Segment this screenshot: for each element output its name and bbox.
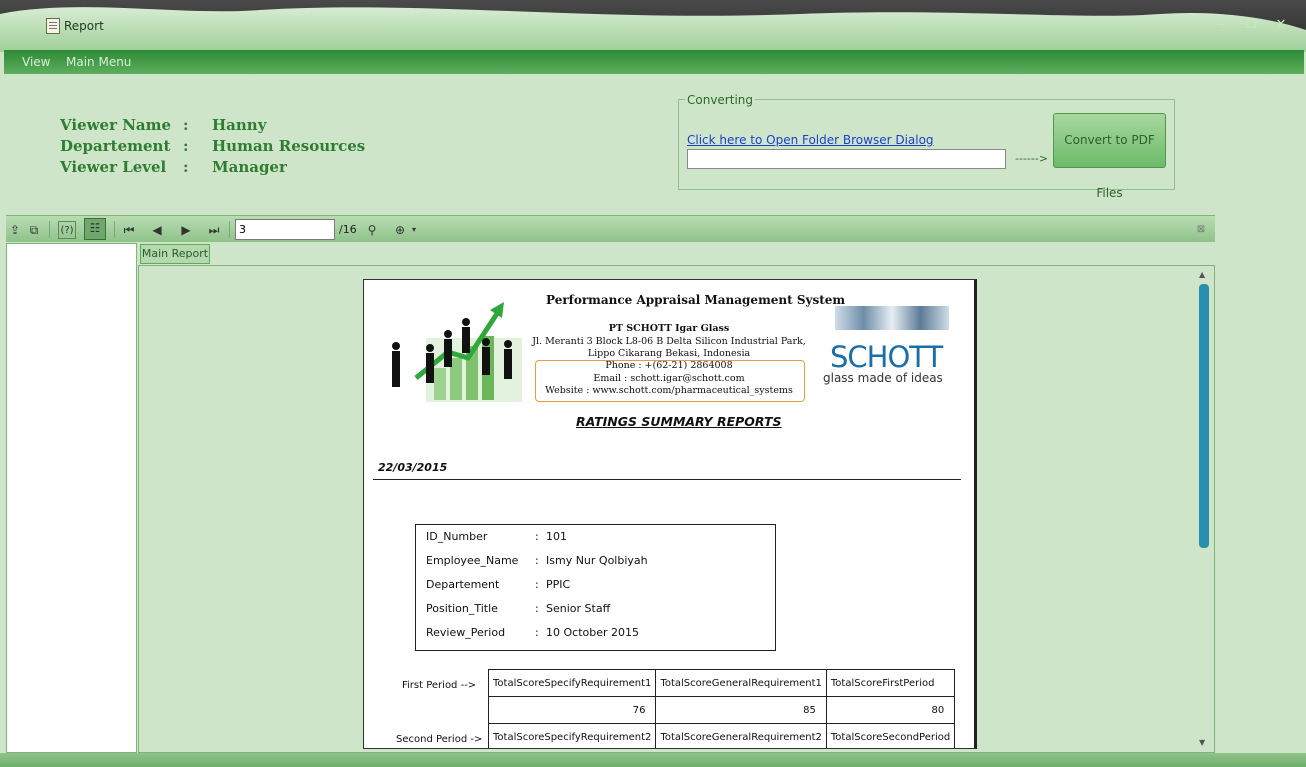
- find-icon[interactable]: ⚲: [363, 221, 381, 239]
- employee-field-sep: :: [535, 578, 539, 591]
- toolbar-separator: [49, 221, 50, 238]
- address-line-2: Lippo Cikarang Bekasi, Indonesia: [587, 348, 751, 359]
- employee-field-value: 101: [546, 530, 567, 543]
- previous-page-icon[interactable]: ◀: [148, 221, 166, 239]
- schott-tagline: glass made of ideas: [823, 371, 943, 385]
- employee-field-value: Senior Staff: [546, 602, 611, 615]
- scroll-down-icon[interactable]: ▼: [1199, 738, 1205, 747]
- table-header-cell: TotalScoreSecondPeriod: [825, 723, 956, 748]
- employee-field-label: Review_Period: [426, 626, 506, 639]
- viewer-name-row: Viewer Name : Hanny: [60, 116, 380, 136]
- report-divider: [373, 479, 961, 480]
- status-bar: [0, 753, 1306, 767]
- report-icon: [46, 18, 60, 34]
- title-bar: Report – ☐ ✕: [0, 0, 1306, 52]
- report-heading: RATINGS SUMMARY REPORTS: [576, 414, 782, 429]
- system-title: Performance Appraisal Management System: [546, 293, 846, 307]
- employee-field-value: Ismy Nur Qolbiyah: [546, 554, 648, 567]
- close-button[interactable]: ✕: [1270, 18, 1292, 32]
- window-title: Report: [64, 19, 104, 33]
- viewer-level-row: Viewer Level : Manager: [60, 158, 380, 178]
- schott-logo: SCHOTT: [830, 340, 943, 374]
- first-period-label: First Period -->: [402, 680, 477, 691]
- arrow-text: ------>: [1015, 152, 1049, 165]
- close-panel-icon[interactable]: ⊠: [1192, 221, 1210, 239]
- last-page-icon[interactable]: ⏭: [205, 221, 223, 239]
- open-folder-link[interactable]: Click here to Open Folder Browser Dialog: [687, 133, 934, 147]
- zoom-dropdown-icon[interactable]: ▾: [409, 221, 419, 239]
- employee-field-label: Departement: [426, 578, 500, 591]
- employee-field-value: 10 October 2015: [546, 626, 640, 639]
- table-row: 76 85 80: [487, 696, 956, 724]
- export-icon[interactable]: ⇪: [6, 221, 24, 239]
- departement-row: Departement : Human Resources: [60, 137, 380, 157]
- employee-field-sep: :: [535, 554, 539, 567]
- table-header-cell: TotalScoreSpecifyRequirement1: [487, 669, 657, 697]
- table-cell: 85: [655, 696, 827, 724]
- page-total: /16: [339, 223, 357, 236]
- employee-field-label: ID_Number: [426, 530, 488, 543]
- departement-value: Human Resources: [212, 137, 366, 155]
- menu-main-menu[interactable]: Main Menu: [66, 55, 131, 69]
- menu-bar: View Main Menu: [4, 50, 1304, 74]
- scroll-up-icon[interactable]: ▲: [1199, 270, 1205, 279]
- employee-field-sep: :: [535, 530, 539, 543]
- departement-label: Departement: [60, 137, 171, 155]
- folder-path-input[interactable]: [687, 149, 1006, 169]
- tab-main-report[interactable]: Main Report: [140, 244, 210, 264]
- toolbar-separator: [114, 221, 115, 238]
- schott-logo-band: [835, 306, 949, 330]
- copy-icon[interactable]: ⧉: [25, 221, 43, 239]
- table-row: TotalScoreSpecifyRequirement2 TotalScore…: [487, 723, 956, 748]
- zoom-icon[interactable]: ⊕: [391, 221, 409, 239]
- vertical-scrollbar[interactable]: ▲ ▼: [1195, 268, 1213, 750]
- converting-group: Converting Click here to Open Folder Bro…: [678, 93, 1175, 200]
- employee-field-label: Employee_Name: [426, 554, 519, 567]
- scroll-thumb[interactable]: [1199, 284, 1209, 548]
- employee-field-sep: :: [535, 602, 539, 615]
- report-page: Performance Appraisal Management System …: [363, 279, 977, 749]
- viewer-level-sep: :: [183, 158, 189, 176]
- table-header-cell: TotalScoreSpecifyRequirement2: [487, 723, 657, 748]
- business-people-icon: [392, 302, 522, 402]
- address-line-1: Jl. Meranti 3 Block L8-06 B Delta Silico…: [532, 336, 806, 347]
- group-tree-panel[interactable]: [6, 243, 137, 753]
- table-cell: 76: [487, 696, 657, 724]
- table-header-cell: TotalScoreGeneralRequirement2: [655, 723, 827, 748]
- group-tree-icon[interactable]: ☷: [84, 218, 106, 240]
- table-cell: 80: [825, 696, 956, 724]
- company-name: PT SCHOTT Igar Glass: [608, 323, 730, 334]
- employee-field-value: PPIC: [546, 578, 571, 591]
- viewer-toolbar: ⇪ ⧉ (?) ☷ ⏮ ◀ ▶ ⏭ 3 /16 ⚲ ⊕ ▾ ⊠: [6, 215, 1215, 242]
- viewer-name-sep: :: [183, 116, 189, 134]
- second-period-label: Second Period ->: [396, 734, 483, 745]
- viewer-name-value: Hanny: [212, 116, 267, 134]
- help-icon[interactable]: (?): [58, 221, 76, 239]
- next-page-icon[interactable]: ▶: [177, 221, 195, 239]
- employee-field-label: Position_Title: [426, 602, 498, 615]
- first-page-icon[interactable]: ⏮: [120, 221, 138, 239]
- title-bar-wave: [0, 7, 1306, 52]
- maximize-button[interactable]: ☐: [1240, 18, 1262, 32]
- report-date: 22/03/2015: [378, 461, 448, 474]
- table-header-cell: TotalScoreGeneralRequirement1: [655, 669, 827, 697]
- employee-info-box: ID_Number : 101 Employee_Name : Ismy Nur…: [415, 524, 776, 651]
- toolbar-separator: [229, 221, 230, 238]
- departement-sep: :: [183, 137, 189, 155]
- contact-box: [535, 360, 805, 402]
- minimize-button[interactable]: –: [1210, 18, 1232, 32]
- page-number-input[interactable]: 3: [235, 219, 335, 240]
- viewer-level-label: Viewer Level: [60, 158, 167, 176]
- viewer-name-label: Viewer Name: [60, 116, 172, 134]
- table-row: TotalScoreSpecifyRequirement1 TotalScore…: [487, 669, 956, 697]
- menu-view[interactable]: View: [22, 55, 50, 69]
- report-tabstrip: Main Report: [137, 243, 1215, 265]
- viewer-level-value: Manager: [212, 158, 287, 176]
- table-header-cell: TotalScoreFirstPeriod: [825, 669, 956, 697]
- convert-to-pdf-button[interactable]: Convert to PDF Files: [1053, 113, 1166, 200]
- employee-field-sep: :: [535, 626, 539, 639]
- converting-title: Converting: [685, 93, 756, 107]
- score-table: TotalScoreSpecifyRequirement1 TotalScore…: [487, 669, 956, 748]
